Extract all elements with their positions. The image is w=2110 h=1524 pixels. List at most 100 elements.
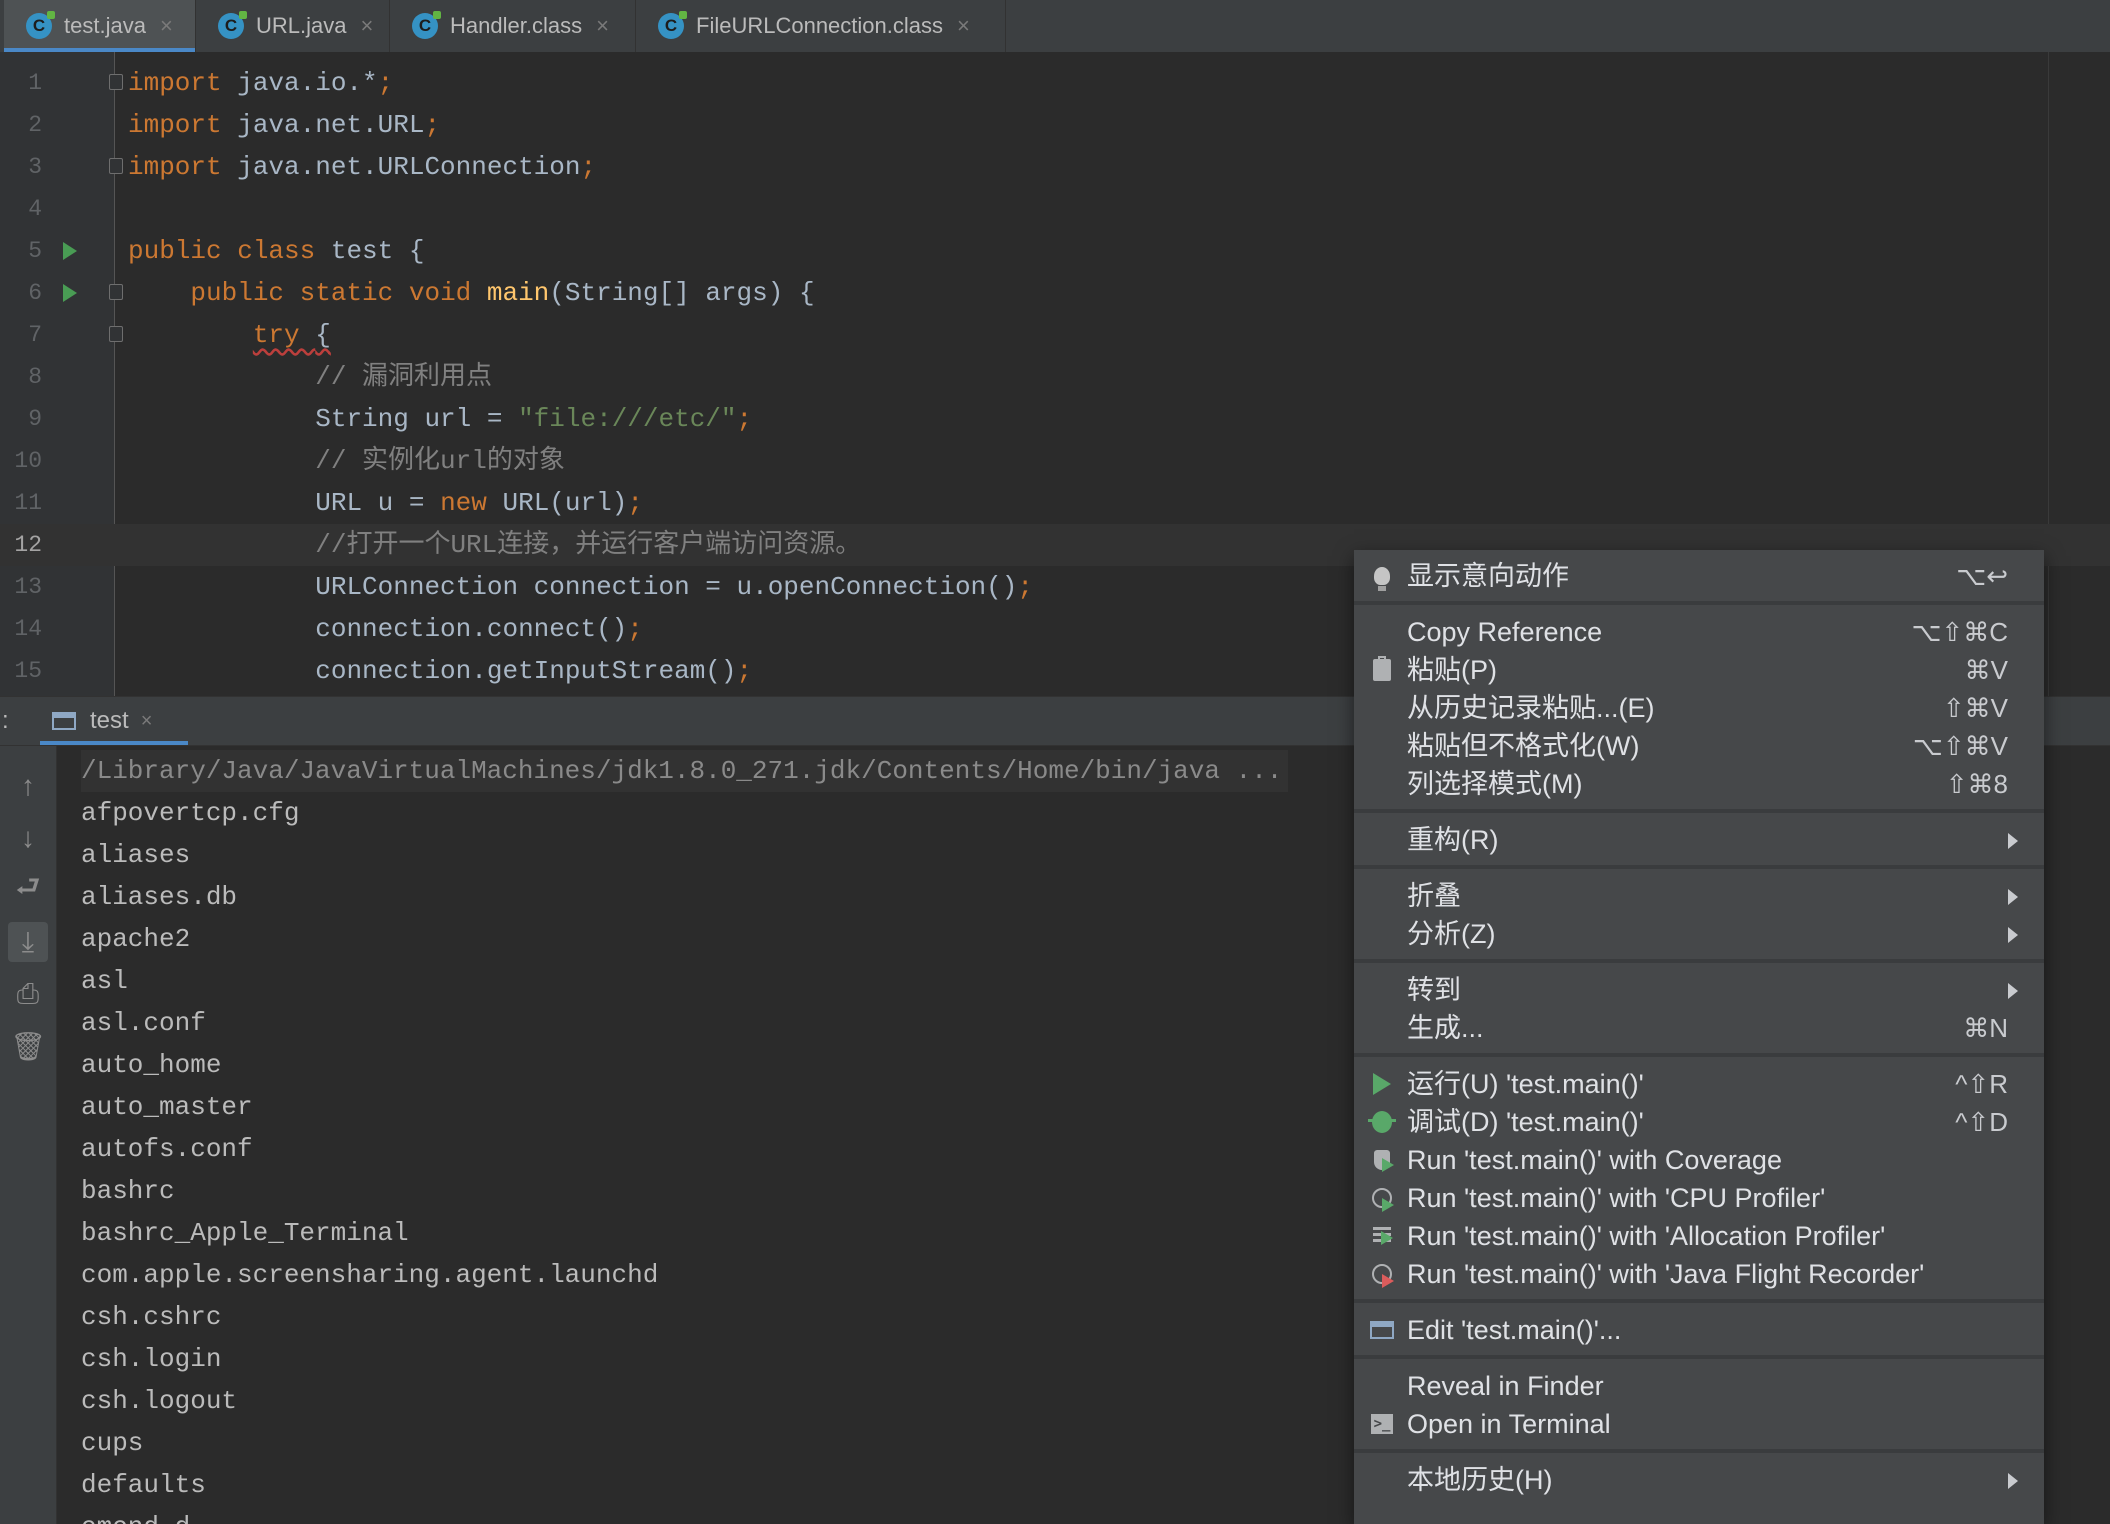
menu-item[interactable]: 生成... ⌘N: [1354, 1009, 2044, 1047]
console-command-line[interactable]: /Library/Java/JavaVirtualMachines/jdk1.8…: [81, 750, 1289, 792]
code-line[interactable]: 1 import java.io.*;: [0, 62, 2110, 104]
console-line: csh.logout: [81, 1386, 238, 1416]
allocation-profiler-icon: [1368, 1222, 1396, 1250]
menu-separator: [1354, 959, 2044, 963]
console-line: csh.cshrc: [81, 1302, 222, 1332]
gutter-run-icon[interactable]: [63, 242, 77, 260]
tab-url-java[interactable]: C URL.java ×: [196, 0, 390, 52]
menu-item-label: Edit 'test.main()'...: [1407, 1315, 1622, 1345]
fold-marker-icon[interactable]: [109, 284, 123, 300]
code-line[interactable]: 10 // 实例化url的对象: [0, 440, 2110, 482]
menu-item[interactable]: Run 'test.main()' with Coverage: [1354, 1141, 2044, 1179]
menu-separator: [1354, 601, 2044, 605]
tab-fileurlconnection-class[interactable]: C FileURLConnection.class ×: [636, 0, 1006, 52]
menu-item[interactable]: Run 'test.main()' with 'CPU Profiler': [1354, 1179, 2044, 1217]
menu-item-shortcut: ⇧⌘8: [1945, 769, 2008, 799]
menu-item[interactable]: Reveal in Finder: [1354, 1367, 2044, 1405]
line-number[interactable]: 14: [0, 608, 42, 650]
line-number[interactable]: 10: [0, 440, 42, 482]
menu-item[interactable]: 列选择模式(M) ⇧⌘8: [1354, 765, 2044, 803]
menu-item-label: 粘贴(P): [1407, 655, 1497, 685]
fold-marker-icon[interactable]: [109, 74, 123, 90]
console-line: auto_home: [81, 1050, 222, 1080]
console-line: afpovertcp.cfg: [81, 798, 300, 828]
console-line: com.apple.screensharing.agent.launchd: [81, 1260, 659, 1290]
tab-handler-class[interactable]: C Handler.class ×: [390, 0, 636, 52]
menu-item-label: 重构(R): [1407, 825, 1499, 855]
console-line: cups: [81, 1428, 144, 1458]
line-number[interactable]: 6: [0, 272, 42, 314]
code-text: connection.getInputStream();: [315, 656, 753, 686]
console-line: asl.conf: [81, 1008, 206, 1038]
menu-item[interactable]: 从历史记录粘贴...(E) ⇧⌘V: [1354, 689, 2044, 727]
line-number[interactable]: 15: [0, 650, 42, 692]
code-line[interactable]: 2 import java.net.URL;: [0, 104, 2110, 146]
gutter-run-icon[interactable]: [63, 284, 77, 302]
menu-item[interactable]: 分析(Z): [1354, 915, 2044, 953]
menu-item[interactable]: 粘贴但不格式化(W) ⌥⇧⌘V: [1354, 727, 2044, 765]
menu-item[interactable]: 运行(U) 'test.main()' ^⇧R: [1354, 1065, 2044, 1103]
line-number[interactable]: 8: [0, 356, 42, 398]
close-icon[interactable]: ×: [141, 710, 153, 733]
close-icon[interactable]: ×: [160, 13, 173, 39]
close-icon[interactable]: ×: [596, 13, 609, 39]
line-number[interactable]: 5: [0, 230, 42, 272]
code-text: import java.net.URLConnection;: [128, 152, 597, 182]
menu-item[interactable]: 本地历史(H): [1354, 1461, 2044, 1499]
menu-item[interactable]: 粘贴(P) ⌘V: [1354, 651, 2044, 689]
menu-item[interactable]: Copy Reference ⌥⇧⌘C: [1354, 613, 2044, 651]
menu-item[interactable]: 重构(R): [1354, 821, 2044, 859]
menu-separator: [1354, 1299, 2044, 1303]
line-number[interactable]: 1: [0, 62, 42, 104]
close-icon[interactable]: ×: [957, 13, 970, 39]
fold-marker-icon[interactable]: [109, 158, 123, 174]
code-line[interactable]: 11 URL u = new URL(url);: [0, 482, 2110, 524]
line-number[interactable]: 13: [0, 566, 42, 608]
code-line[interactable]: 7 try {: [0, 314, 2110, 356]
menu-item[interactable]: Run 'test.main()' with 'Allocation Profi…: [1354, 1217, 2044, 1255]
tab-label: FileURLConnection.class: [696, 13, 943, 38]
code-text: public class test {: [128, 236, 425, 266]
line-number[interactable]: 3: [0, 146, 42, 188]
line-number[interactable]: 12: [0, 524, 42, 566]
menu-item[interactable]: Run 'test.main()' with 'Java Flight Reco…: [1354, 1255, 2044, 1293]
console-line: emond.d: [81, 1506, 190, 1524]
menu-separator: [1354, 1053, 2044, 1057]
java-class-icon: C: [26, 11, 55, 39]
menu-item-label: 列选择模式(M): [1407, 769, 1583, 799]
code-line[interactable]: 6 public static void main(String[] args)…: [0, 272, 2110, 314]
menu-item[interactable]: 转到: [1354, 971, 2044, 1009]
print-icon[interactable]: ⎙: [8, 974, 48, 1014]
line-number[interactable]: 9: [0, 398, 42, 440]
down-arrow-icon[interactable]: ↓: [8, 818, 48, 858]
submenu-arrow-icon: [2008, 1473, 2018, 1489]
console-line: apache2: [81, 924, 191, 954]
menu-item-shortcut: ⌥⇧⌘V: [1912, 731, 2008, 761]
flight-recorder-icon: [1368, 1260, 1396, 1288]
scroll-to-end-icon[interactable]: ⤓: [8, 922, 48, 962]
menu-item-label: Reveal in Finder: [1407, 1371, 1604, 1401]
menu-item[interactable]: 调试(D) 'test.main()' ^⇧D: [1354, 1103, 2044, 1141]
line-number[interactable]: 11: [0, 482, 42, 524]
run-tab-test[interactable]: test ×: [40, 697, 188, 745]
code-line[interactable]: 3 import java.net.URLConnection;: [0, 146, 2110, 188]
code-line[interactable]: 8 // 漏洞利用点: [0, 356, 2110, 398]
soft-wrap-icon[interactable]: ⮐: [8, 870, 48, 910]
fold-marker-icon[interactable]: [109, 326, 123, 342]
trash-icon[interactable]: 🗑: [8, 1026, 48, 1066]
console-output[interactable]: /Library/Java/JavaVirtualMachines/jdk1.8…: [57, 746, 1357, 1524]
line-number[interactable]: 2: [0, 104, 42, 146]
menu-separator: [1354, 1355, 2044, 1359]
menu-item[interactable]: 显示意向动作 ⌥↩: [1354, 557, 2044, 595]
menu-item[interactable]: Edit 'test.main()'...: [1354, 1311, 2044, 1349]
tab-test-java[interactable]: C test.java ×: [4, 0, 196, 52]
code-line[interactable]: 9 String url = "file:///etc/";: [0, 398, 2110, 440]
line-number[interactable]: 4: [0, 188, 42, 230]
line-number[interactable]: 7: [0, 314, 42, 356]
code-line[interactable]: 5 public class test {: [0, 230, 2110, 272]
up-arrow-icon[interactable]: ↑: [8, 766, 48, 806]
menu-item[interactable]: 折叠: [1354, 877, 2044, 915]
code-line[interactable]: 4: [0, 188, 2110, 230]
close-icon[interactable]: ×: [360, 13, 373, 39]
menu-item[interactable]: >_ Open in Terminal: [1354, 1405, 2044, 1443]
